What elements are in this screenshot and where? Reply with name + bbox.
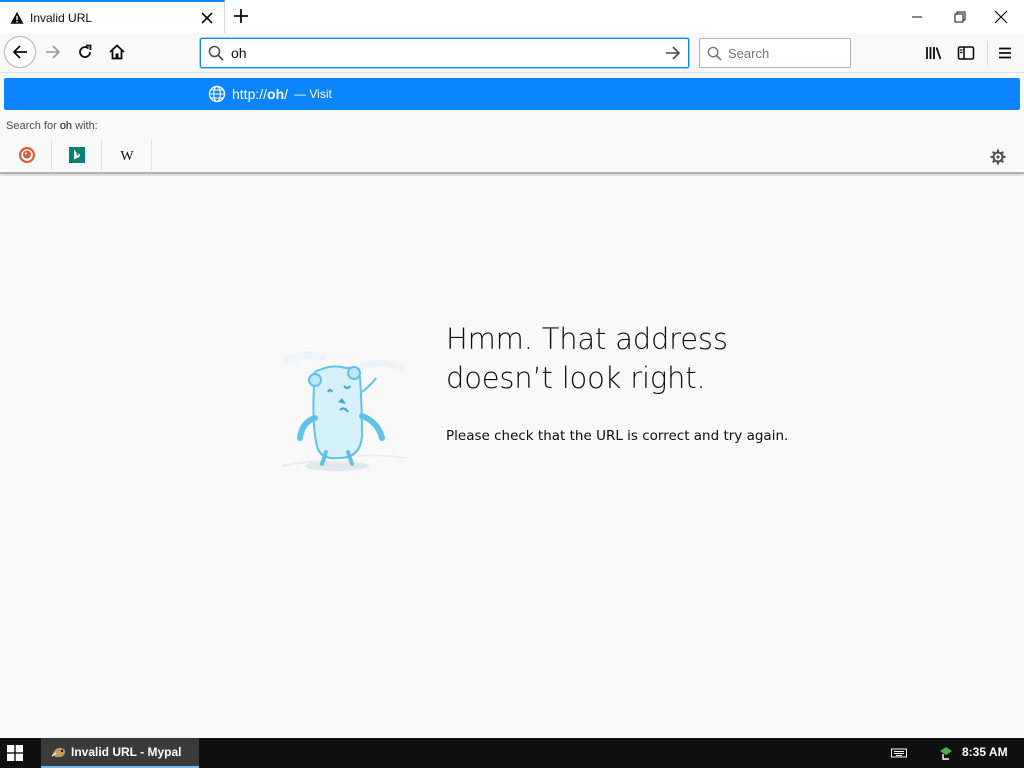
plus-icon — [234, 9, 248, 23]
engine-duckduckgo[interactable] — [2, 140, 52, 170]
arrow-right-icon — [46, 45, 61, 59]
go-button[interactable] — [658, 45, 688, 61]
search-input[interactable] — [728, 45, 850, 61]
arrow-right-icon — [666, 46, 681, 60]
sidebar-button[interactable] — [951, 38, 981, 68]
globe-icon — [208, 85, 226, 103]
mypal-app-icon — [51, 747, 66, 758]
back-button[interactable] — [4, 36, 36, 68]
error-title-line: doesn’t look right. — [446, 361, 706, 395]
error-title: Hmm. That address doesn’t look right. — [446, 320, 846, 398]
suggestion-action: — Visit — [294, 87, 332, 101]
home-icon — [109, 44, 125, 60]
close-icon — [994, 10, 1008, 23]
urlbar-autocomplete-popup: http://oh/ — Visit Search for oh with: W — [0, 74, 1024, 174]
taskbar-item-mypal[interactable]: Invalid URL - Mypal — [41, 738, 199, 768]
url-bar[interactable] — [200, 38, 689, 68]
svg-text:W: W — [120, 149, 134, 163]
minimize-icon — [912, 16, 922, 17]
menu-button[interactable] — [990, 38, 1020, 68]
duckduckgo-icon — [18, 147, 35, 163]
hamburger-menu-icon — [999, 47, 1011, 59]
tab-close-icon[interactable] — [196, 7, 218, 29]
warning-icon — [10, 11, 24, 24]
new-tab-button[interactable] — [229, 4, 253, 28]
engine-wikipedia[interactable]: W — [102, 140, 152, 170]
restore-button[interactable] — [937, 0, 983, 33]
confused-critter-illustration — [281, 351, 408, 471]
forward-button[interactable] — [38, 37, 68, 67]
network-tray-icon[interactable] — [937, 745, 955, 761]
visit-suggestion[interactable]: http://oh/ — Visit — [4, 78, 1020, 110]
search-for-label: Search for oh with: — [6, 120, 98, 132]
keyboard-tray-icon[interactable] — [890, 745, 908, 761]
bing-icon — [68, 147, 85, 163]
url-input[interactable] — [231, 40, 658, 66]
taskbar-clock[interactable]: 8:35 AM — [962, 745, 1008, 759]
navigation-toolbar — [0, 33, 1024, 73]
close-window-button[interactable] — [978, 0, 1024, 33]
search-icon — [700, 46, 728, 61]
windows-logo-icon — [7, 745, 23, 761]
restore-icon — [954, 11, 966, 22]
arrow-left-icon — [12, 45, 27, 59]
tab-invalid-url[interactable]: Invalid URL — [0, 0, 225, 33]
home-button[interactable] — [102, 37, 132, 67]
library-button[interactable] — [919, 38, 949, 68]
wikipedia-icon: W — [120, 149, 134, 163]
reload-icon — [79, 44, 92, 58]
engine-bing[interactable] — [52, 140, 102, 170]
search-settings-button[interactable] — [984, 146, 1012, 168]
tab-strip: Invalid URL — [0, 0, 1024, 33]
start-button[interactable] — [0, 738, 30, 768]
error-page: Hmm. That address doesn’t look right. Pl… — [0, 176, 1024, 738]
search-icon — [201, 45, 231, 61]
library-icon — [926, 47, 942, 60]
error-description: Please check that the URL is correct and… — [446, 428, 789, 444]
minimize-button[interactable] — [894, 0, 940, 33]
suggestion-url: http://oh/ — [232, 86, 289, 102]
toolbar-divider — [987, 41, 988, 65]
sidebar-icon — [957, 46, 975, 60]
taskbar: Invalid URL - Mypal 8:35 AM — [0, 738, 1024, 768]
search-bar[interactable] — [699, 38, 851, 68]
taskbar-item-label: Invalid URL - Mypal — [71, 745, 182, 759]
gear-icon — [990, 149, 1006, 165]
tab-title: Invalid URL — [30, 10, 93, 25]
error-title-line: Hmm. That address — [446, 322, 728, 356]
reload-button[interactable] — [70, 37, 100, 67]
